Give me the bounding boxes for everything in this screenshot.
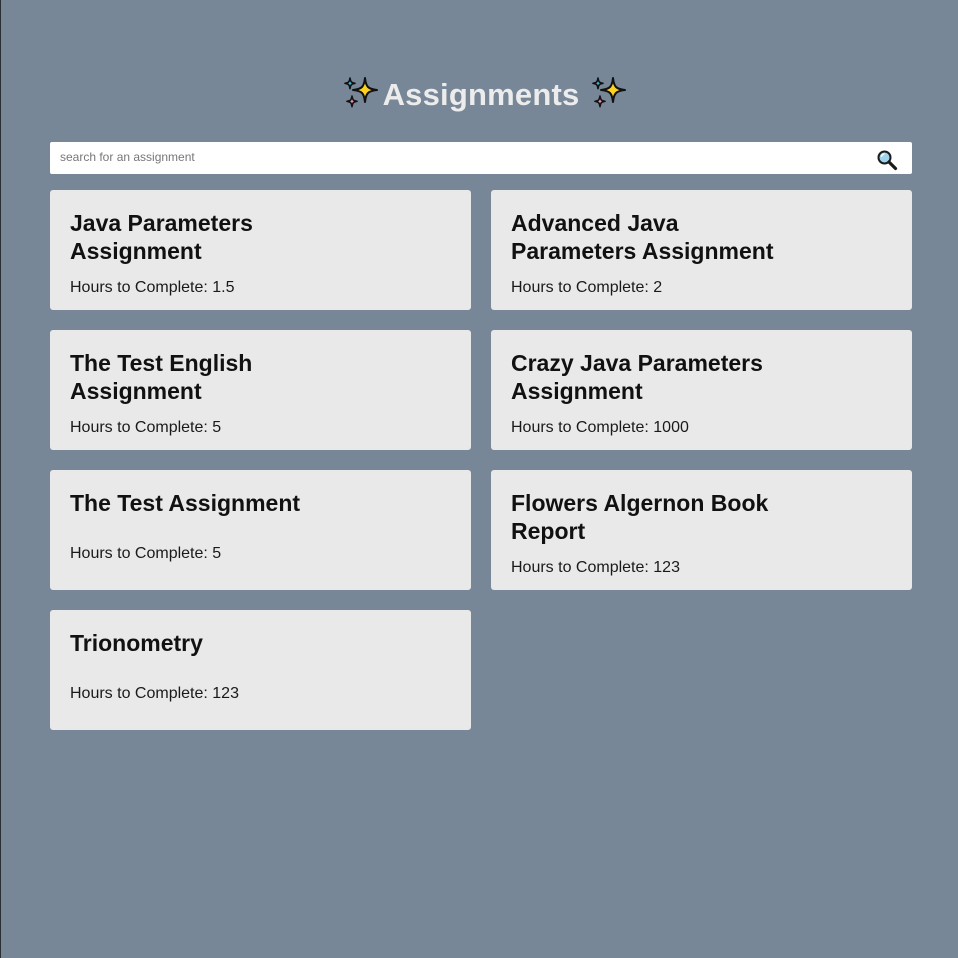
assignment-card[interactable]: The Test Assignment Hours to Complete: 5: [50, 470, 471, 590]
assignment-title: Trionometry: [70, 630, 203, 656]
assignment-card[interactable]: Trionometry Hours to Complete: 123: [50, 610, 471, 730]
title-wrap: Assignments: [341, 75, 628, 113]
magnifying-glass-icon[interactable]: [876, 149, 898, 171]
assignment-hours: Hours to Complete: 123: [70, 685, 239, 702]
page-title: Assignments: [382, 76, 580, 112]
assignment-title: Crazy Java Parameters Assignment: [511, 350, 763, 404]
sparkles-icon: [341, 75, 379, 113]
assignment-card[interactable]: Crazy Java Parameters Assignment Hours t…: [491, 330, 912, 450]
assignment-hours: Hours to Complete: 5: [70, 545, 222, 562]
assignment-title: Advanced Java Parameters Assignment: [511, 210, 774, 264]
assignment-hours: Hours to Complete: 123: [511, 559, 680, 576]
assignment-hours: Hours to Complete: 2: [511, 279, 663, 296]
assignment-title: The Test English Assignment: [70, 350, 253, 404]
assignment-title: Java Parameters Assignment: [70, 210, 253, 264]
assignment-card[interactable]: Advanced Java Parameters Assignment Hour…: [491, 190, 912, 310]
assignment-hours: Hours to Complete: 1000: [511, 419, 689, 436]
search-input[interactable]: [50, 142, 860, 172]
assignment-hours: Hours to Complete: 5: [70, 419, 222, 436]
assignment-hours: Hours to Complete: 1.5: [70, 279, 235, 296]
page-header: Assignments: [1, 72, 958, 116]
sparkles-icon: [589, 75, 627, 113]
assignment-grid: Java Parameters Assignment Hours to Comp…: [50, 190, 912, 730]
assignment-title: The Test Assignment: [70, 490, 301, 516]
assignment-card[interactable]: Flowers Algernon Book Report Hours to Co…: [491, 470, 912, 590]
assignment-card[interactable]: Java Parameters Assignment Hours to Comp…: [50, 190, 471, 310]
search-bar: [50, 142, 912, 174]
assignment-card[interactable]: The Test English Assignment Hours to Com…: [50, 330, 471, 450]
assignment-title: Flowers Algernon Book Report: [511, 490, 769, 544]
